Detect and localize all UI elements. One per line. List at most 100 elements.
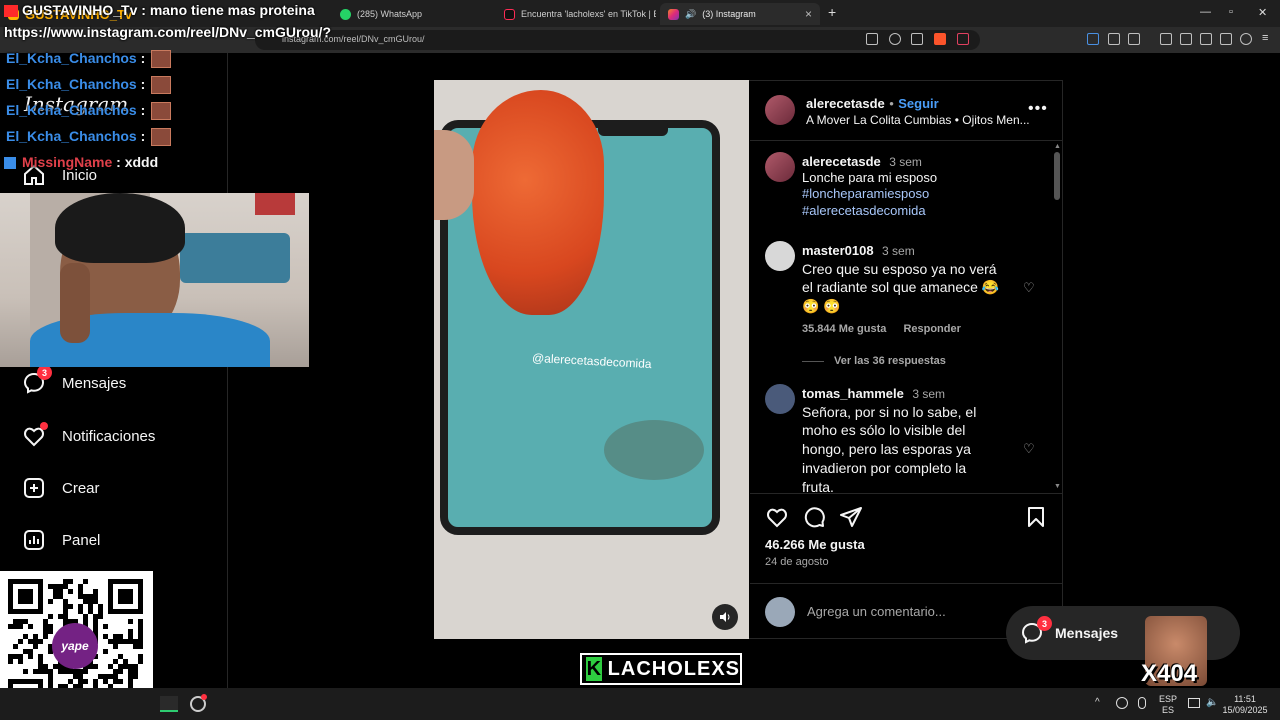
more-options-icon[interactable]: ••• <box>1028 100 1048 118</box>
comment-username[interactable]: tomas_hammele <box>802 386 904 401</box>
comment-line: hongo, pero las esporas ya <box>802 441 971 457</box>
qr-module <box>133 669 138 674</box>
music-icon[interactable] <box>1160 33 1172 45</box>
close-icon[interactable]: × <box>805 7 812 21</box>
commenter-avatar[interactable] <box>765 384 795 414</box>
like-icon[interactable] <box>765 505 789 529</box>
qr-module <box>43 634 48 639</box>
qr-module <box>128 664 133 669</box>
qr-module <box>138 624 143 629</box>
likes-count[interactable]: 46.266 Me gusta <box>765 537 865 552</box>
close-window-button[interactable]: ✕ <box>1258 6 1267 19</box>
volume-icon[interactable]: 🔈 <box>1206 697 1218 708</box>
scroll-down-arrow[interactable]: ▼ <box>1054 483 1061 490</box>
like-comment-icon[interactable]: ♡ <box>1023 441 1037 456</box>
audio-icon[interactable] <box>1087 33 1099 45</box>
comment-likes[interactable]: 35.844 Me gusta <box>802 323 886 335</box>
qr-module <box>133 664 138 669</box>
audio-label[interactable]: A Mover La Colita Cumbias • Ojitos Men..… <box>806 113 1030 127</box>
qr-module <box>23 669 28 674</box>
qr-module <box>33 644 38 649</box>
qr-module <box>8 659 13 664</box>
minimize-button[interactable]: — <box>1200 6 1211 18</box>
speaker-icon <box>720 612 730 622</box>
follow-button[interactable]: Seguir <box>898 96 938 111</box>
caption-avatar[interactable] <box>765 152 795 182</box>
nav-create[interactable]: Crear <box>22 476 100 500</box>
tab-instagram[interactable]: 🔊 (3) Instagram × <box>660 3 820 25</box>
chat-badge-icon <box>4 157 16 170</box>
extensions-icon[interactable] <box>1108 33 1120 45</box>
qr-module <box>98 609 103 614</box>
bar-chart-icon <box>22 528 46 552</box>
microphone-icon[interactable] <box>1138 697 1146 709</box>
maximize-button[interactable]: ▫ <box>1229 6 1233 18</box>
nav-notifications[interactable]: Notificaciones <box>22 422 155 448</box>
person-hand <box>60 263 90 343</box>
reel-video[interactable]: @alerecetasdecomida <box>434 80 749 639</box>
new-tab-button[interactable]: + <box>828 4 836 20</box>
caption-username[interactable]: alerecetasde <box>802 154 881 169</box>
zoom-icon[interactable] <box>889 33 901 45</box>
qr-module <box>48 674 53 679</box>
scrollbar-thumb[interactable] <box>1054 152 1060 200</box>
comment-icon[interactable] <box>802 505 826 529</box>
qr-module <box>68 589 73 594</box>
qr-module <box>18 639 23 644</box>
qr-module <box>28 649 33 654</box>
sidebar-icon[interactable] <box>1180 33 1192 45</box>
cast-icon[interactable] <box>866 33 878 45</box>
tab-label: (3) Instagram <box>702 9 756 19</box>
post-date: 24 de agosto <box>765 556 829 568</box>
tab-label: (285) WhatsApp <box>357 9 423 19</box>
share-icon[interactable] <box>911 33 923 45</box>
nav-messages[interactable]: 3 Mensajes <box>22 365 126 395</box>
hashtag-link[interactable]: #alerecetasdecomida <box>802 203 926 218</box>
qr-module <box>113 659 118 664</box>
taskbar-app-icon[interactable] <box>160 696 178 712</box>
qr-module <box>113 669 118 674</box>
hashtag-link[interactable]: #loncheparamiesposo <box>802 186 929 201</box>
comment-username[interactable]: master0108 <box>802 243 874 258</box>
volume-button[interactable] <box>712 604 738 630</box>
qr-module <box>13 619 18 624</box>
language-indicator[interactable]: ESP ES <box>1158 694 1178 716</box>
qr-module <box>38 659 43 664</box>
qr-module <box>93 664 98 669</box>
view-replies-button[interactable]: Ver las 36 respuestas <box>834 355 946 367</box>
tab-whatsapp[interactable]: (285) WhatsApp <box>332 3 492 25</box>
network-icon[interactable] <box>1188 698 1200 708</box>
reply-button[interactable]: Responder <box>903 323 960 335</box>
scroll-up-arrow[interactable]: ▲ <box>1054 143 1061 150</box>
nav-create-label: Crear <box>62 479 100 497</box>
messenger-icon: 3 <box>22 365 52 395</box>
qr-module <box>138 639 143 644</box>
brave-shield-icon[interactable] <box>934 33 946 45</box>
comment-input[interactable]: Agrega un comentario... <box>807 604 946 619</box>
qr-module <box>53 664 58 669</box>
qr-module <box>43 669 48 674</box>
qr-module <box>138 619 143 624</box>
rewards-icon[interactable] <box>957 33 969 45</box>
chevron-up-icon[interactable]: ^ <box>1095 697 1100 708</box>
qr-module <box>18 619 23 624</box>
tab-tiktok[interactable]: Encuentra 'lacholexs' en TikTok | Bus <box>496 3 656 25</box>
share-icon[interactable] <box>839 505 863 529</box>
qr-module <box>73 669 78 674</box>
vpn-icon[interactable] <box>1220 33 1232 45</box>
commenter-avatar[interactable] <box>765 241 795 271</box>
bookmark-icon[interactable] <box>1024 505 1048 529</box>
author-username[interactable]: alerecetasde <box>806 96 885 111</box>
shield-icon[interactable] <box>1240 33 1252 45</box>
wallet-icon[interactable] <box>1200 33 1212 45</box>
clock[interactable]: 11:51 15/09/2025 <box>1222 694 1268 716</box>
qr-module <box>13 654 18 659</box>
screenshot-icon[interactable] <box>1128 33 1140 45</box>
author-avatar[interactable] <box>765 95 795 125</box>
nav-panel[interactable]: Panel <box>22 528 100 552</box>
qr-module <box>78 604 83 609</box>
menu-icon[interactable]: ≡ <box>1262 32 1268 44</box>
qr-module <box>58 669 63 674</box>
like-comment-icon[interactable]: ♡ <box>1023 280 1037 295</box>
sync-icon[interactable] <box>1116 697 1128 709</box>
